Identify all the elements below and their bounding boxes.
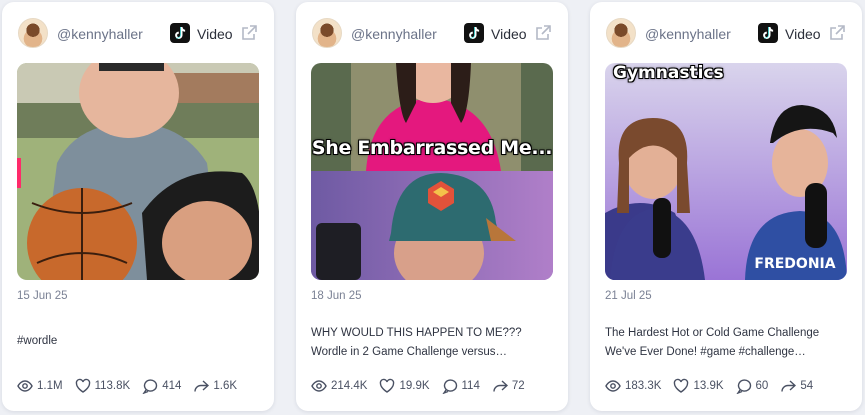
share-icon bbox=[194, 380, 210, 392]
likes-stat: 113.8K bbox=[75, 378, 131, 394]
platform-label: Video bbox=[785, 26, 821, 42]
external-link-icon[interactable] bbox=[534, 24, 552, 42]
post-date: 18 Jun 25 bbox=[311, 290, 362, 302]
engagement-stats: 183.3K 13.9K 60 54 bbox=[605, 378, 825, 394]
tiktok-icon bbox=[170, 23, 190, 43]
shares-stat: 1.6K bbox=[193, 378, 237, 394]
author-handle[interactable]: @kennyhaller bbox=[351, 26, 437, 42]
comments-count: 114 bbox=[461, 380, 480, 392]
tiktok-icon bbox=[464, 23, 484, 43]
card-header: @kennyhaller Video bbox=[606, 18, 846, 48]
video-card[interactable]: @kennyhaller Video FREDONIA Gymnastics 2… bbox=[590, 2, 862, 411]
views-stat: 1.1M bbox=[17, 378, 63, 394]
likes-count: 13.9K bbox=[693, 380, 724, 392]
avatar[interactable] bbox=[312, 18, 342, 48]
likes-stat: 19.9K bbox=[379, 378, 430, 394]
post-caption: The Hardest Hot or Cold Game Challenge W… bbox=[605, 327, 820, 358]
engagement-stats: 1.1M 113.8K 414 1.6K bbox=[17, 378, 249, 394]
comments-count: 414 bbox=[162, 380, 182, 392]
comments-stat: 60 bbox=[736, 378, 769, 394]
author-handle[interactable]: @kennyhaller bbox=[57, 26, 143, 42]
post-date: 15 Jun 25 bbox=[17, 290, 68, 302]
engagement-stats: 214.4K 19.9K 114 72 bbox=[311, 378, 537, 394]
views-count: 214.4K bbox=[331, 380, 368, 392]
likes-stat: 13.9K bbox=[673, 378, 724, 394]
comments-stat: 114 bbox=[442, 378, 480, 394]
views-stat: 183.3K bbox=[605, 378, 661, 394]
eye-icon bbox=[311, 380, 327, 392]
post-caption: WHY WOULD THIS HAPPEN TO ME??? Wordle in… bbox=[311, 327, 522, 358]
shares-stat: 54 bbox=[780, 378, 813, 394]
comment-icon bbox=[142, 379, 158, 394]
external-link-icon[interactable] bbox=[828, 24, 846, 42]
shares-count: 72 bbox=[511, 380, 525, 392]
comments-stat: 414 bbox=[142, 378, 181, 394]
share-icon bbox=[493, 380, 508, 392]
shares-count: 54 bbox=[800, 380, 814, 392]
avatar[interactable] bbox=[606, 18, 636, 48]
card-header: @kennyhaller Video bbox=[312, 18, 552, 48]
views-count: 183.3K bbox=[625, 380, 662, 392]
eye-icon bbox=[17, 380, 33, 392]
tiktok-icon bbox=[758, 23, 778, 43]
views-count: 1.1M bbox=[37, 380, 63, 392]
shares-count: 1.6K bbox=[213, 380, 238, 392]
author-handle[interactable]: @kennyhaller bbox=[645, 26, 731, 42]
video-thumbnail[interactable]: FREDONIA Gymnastics bbox=[605, 63, 847, 280]
video-thumbnail[interactable] bbox=[17, 63, 259, 280]
heart-icon bbox=[380, 378, 395, 393]
likes-count: 113.8K bbox=[94, 380, 131, 392]
comment-icon bbox=[442, 379, 457, 394]
video-card[interactable]: @kennyhaller Video She Embarrassed Me... bbox=[296, 2, 568, 411]
external-link-icon[interactable] bbox=[240, 24, 258, 42]
platform-label: Video bbox=[491, 26, 527, 42]
share-icon bbox=[781, 380, 797, 392]
post-caption: #wordle bbox=[17, 335, 58, 347]
svg-text:FREDONIA: FREDONIA bbox=[754, 256, 835, 272]
avatar[interactable] bbox=[18, 18, 48, 48]
heart-icon bbox=[674, 378, 689, 393]
heart-icon bbox=[75, 378, 90, 393]
thumbnail-overlay-text: Gymnastics bbox=[613, 63, 724, 83]
comment-icon bbox=[736, 379, 751, 394]
video-thumbnail[interactable]: She Embarrassed Me... bbox=[311, 63, 553, 280]
likes-count: 19.9K bbox=[399, 380, 430, 392]
comments-count: 60 bbox=[755, 380, 769, 392]
thumbnail-overlay-text: She Embarrassed Me... bbox=[311, 137, 553, 159]
views-stat: 214.4K bbox=[311, 378, 367, 394]
video-card[interactable]: @kennyhaller Video 15 Jun 25 #wordle 1.1… bbox=[2, 2, 274, 411]
card-header: @kennyhaller Video bbox=[18, 18, 258, 48]
platform-label: Video bbox=[197, 26, 233, 42]
post-date: 21 Jul 25 bbox=[605, 290, 652, 302]
shares-stat: 72 bbox=[492, 378, 525, 394]
eye-icon bbox=[605, 380, 621, 392]
